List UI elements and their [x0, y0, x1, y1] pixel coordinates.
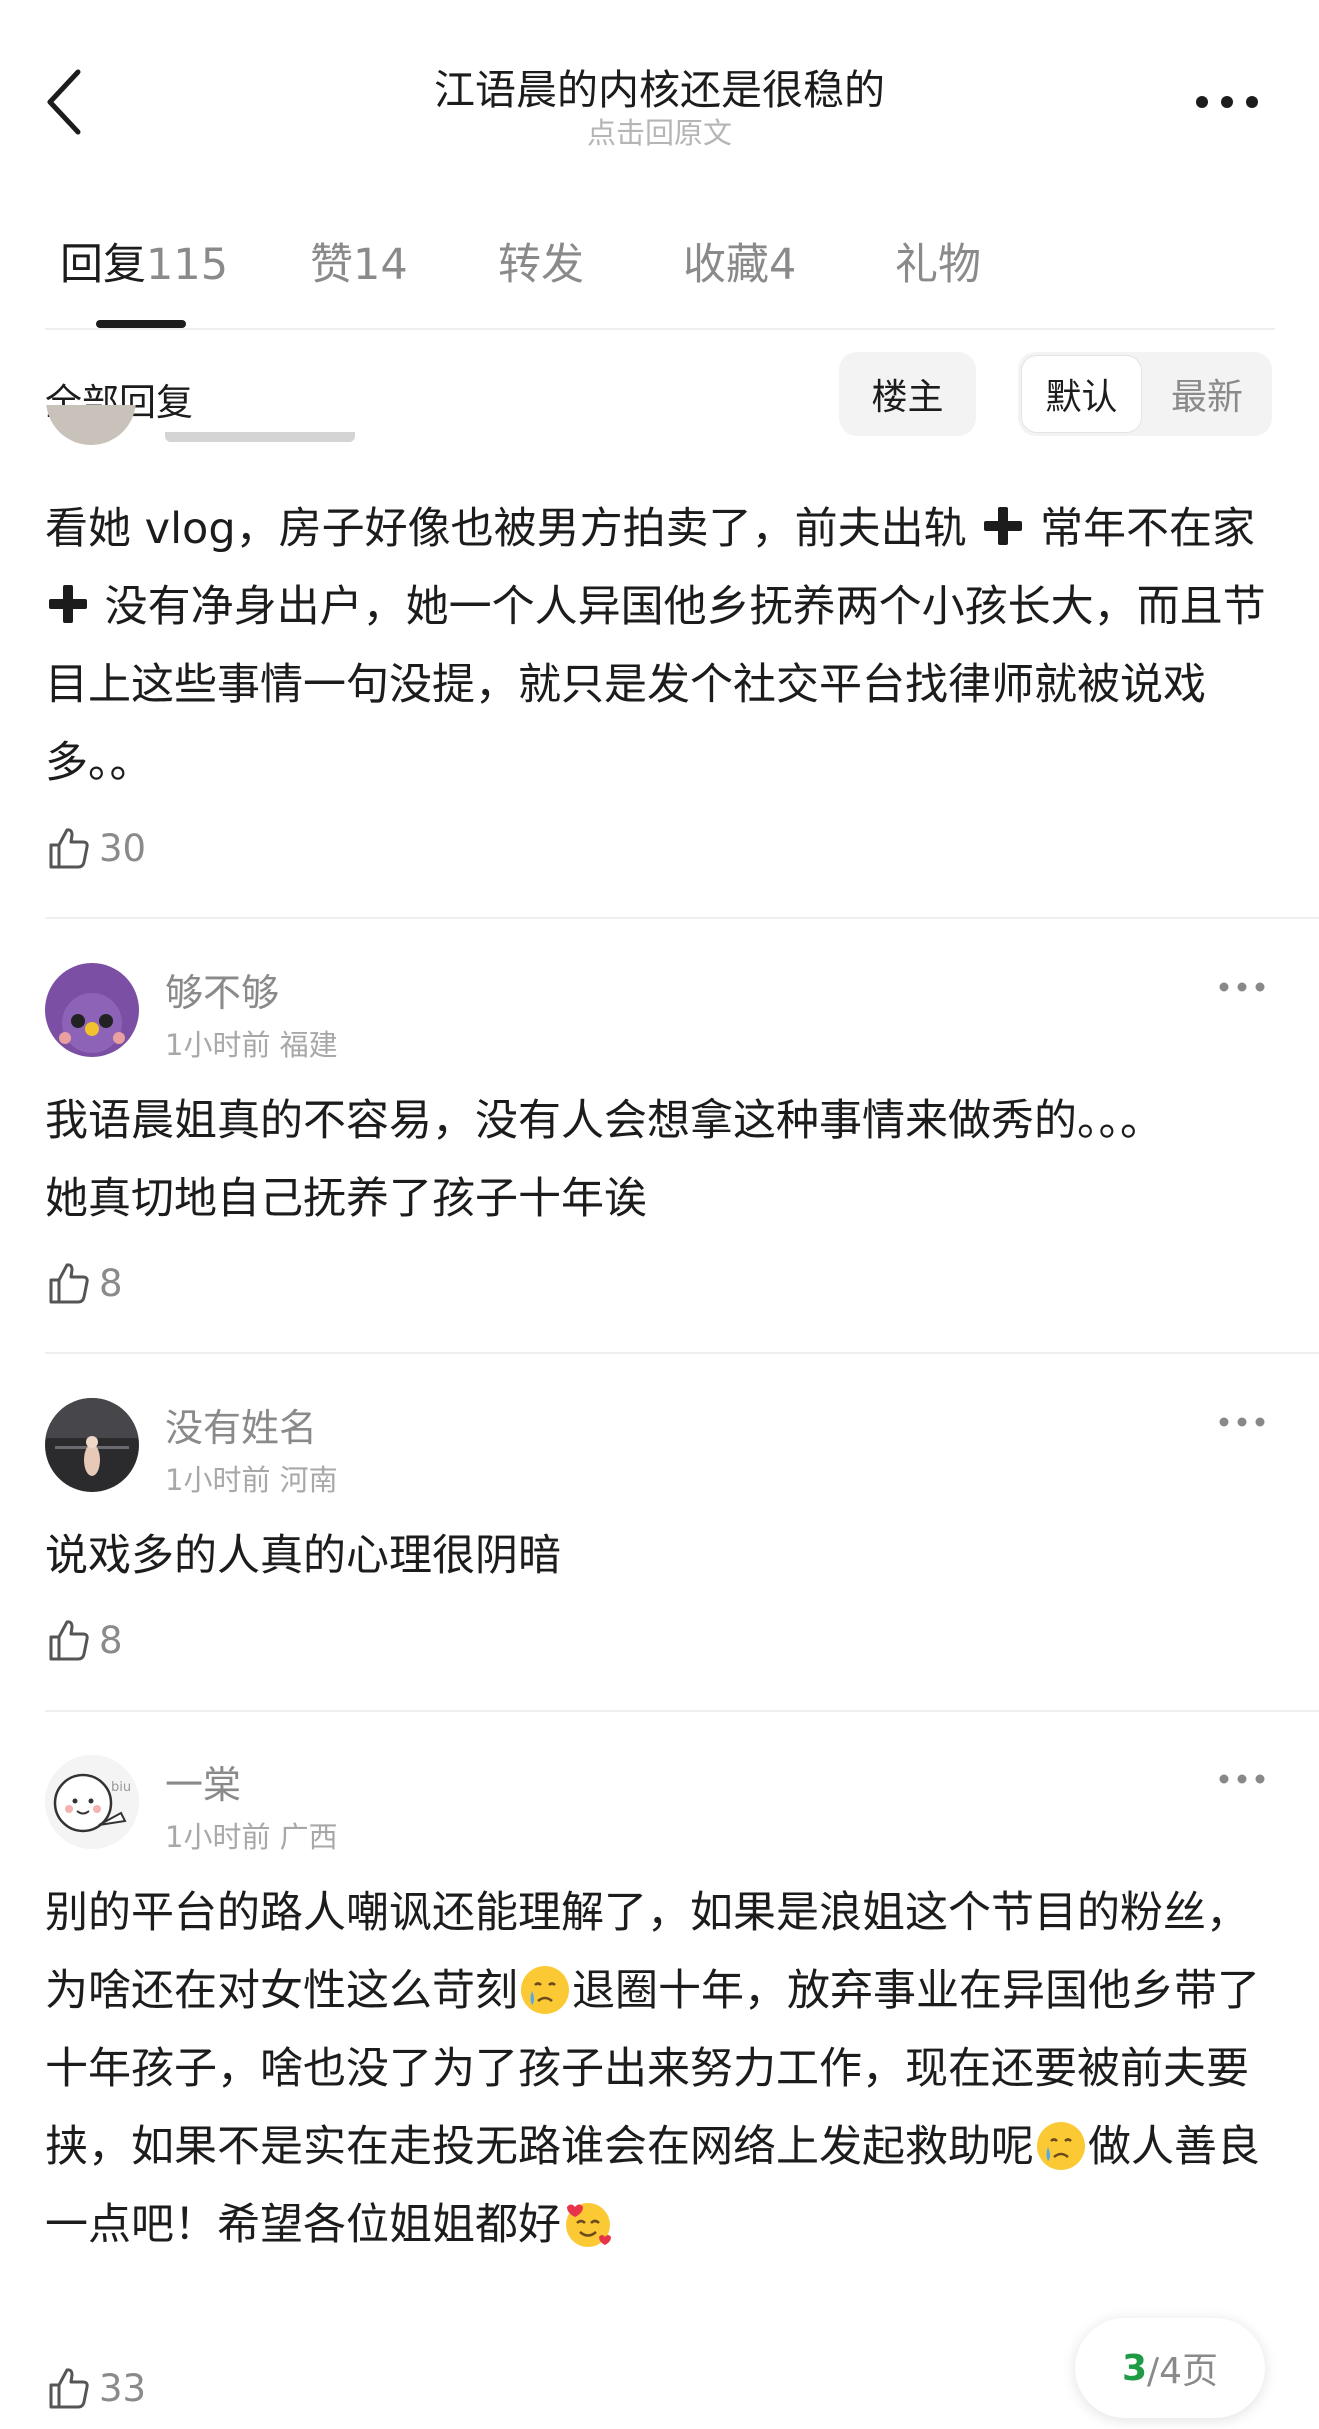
tab-label: 收藏 — [683, 240, 769, 290]
tab-replies[interactable]: 回复115 — [60, 230, 228, 292]
avatar[interactable] — [46, 405, 136, 465]
heavy-plus-icon — [49, 585, 87, 623]
sort-default-button[interactable]: 默认 — [1021, 355, 1142, 433]
username-partial — [165, 432, 365, 448]
username[interactable]: 没有姓名 — [165, 1397, 317, 1452]
like-button[interactable]: 30 — [45, 820, 146, 876]
avatar[interactable] — [45, 1398, 139, 1492]
comment-text: 我语晨姐真的不容易，没有人会想拿这种事情来做秀的。。。她真切地自己抚养了孩子十年… — [45, 1096, 1163, 1224]
thumbs-up-icon — [49, 828, 89, 869]
tab-favorites[interactable]: 收藏4 — [683, 230, 796, 292]
tab-bar: 回复115 赞14 转发 收藏4 礼物 — [45, 230, 1275, 330]
like-button[interactable]: 33 — [45, 2360, 146, 2416]
crying-face-icon — [1037, 2122, 1085, 2170]
avatar[interactable] — [45, 963, 139, 1057]
comment-more-button[interactable] — [1218, 1767, 1266, 1791]
page-indicator[interactable]: 3/4页 — [1075, 2318, 1265, 2418]
comment-more-button[interactable] — [1218, 975, 1266, 999]
tab-label: 赞 — [310, 240, 353, 290]
text-segment: 常年不在家 — [1026, 504, 1256, 554]
avatar[interactable]: biu — [45, 1755, 139, 1849]
more-dots-icon — [1219, 1417, 1265, 1427]
comment-time: 1小时前 — [165, 1463, 271, 1497]
comment-text: 别的平台的路人嘲讽还能理解了，如果是浪姐这个节目的粉丝，为啥还在对女性这么苛刻退… — [45, 1874, 1275, 2264]
comment-divider — [45, 1710, 1319, 1712]
tab-label: 礼物 — [895, 240, 981, 290]
like-count: 30 — [99, 826, 147, 870]
comment-more-button[interactable] — [1218, 1410, 1266, 1434]
comment-location: 广西 — [279, 1820, 338, 1854]
like-button[interactable]: 8 — [45, 1255, 123, 1311]
current-page: 3 — [1121, 2347, 1147, 2389]
like-button[interactable]: 8 — [45, 1612, 123, 1668]
text-segment: 看她 vlog，房子好像也被男方拍卖了，前夫出轨 — [45, 504, 981, 554]
like-count: 8 — [99, 1618, 123, 1662]
crying-face-icon — [521, 1966, 569, 2014]
tab-label: 转发 — [498, 240, 584, 290]
text-segment: 没有净身出户，她一个人异国他乡抚养两个小孩长大，而且节目上这些事情一句没提，就只… — [45, 582, 1266, 788]
username[interactable]: 一棠 — [165, 1754, 241, 1809]
smiling-hearts-icon — [566, 2203, 611, 2247]
total-pages: /4页 — [1147, 2351, 1219, 2392]
active-tab-indicator — [96, 320, 186, 328]
thumbs-up-icon — [49, 1620, 89, 1661]
avatar-image — [45, 1398, 139, 1492]
heavy-plus-icon — [984, 507, 1023, 545]
more-dots-icon — [1196, 96, 1258, 108]
owner-only-button[interactable]: 楼主 — [839, 352, 976, 436]
sort-latest-button[interactable]: 最新 — [1146, 355, 1268, 433]
comment-text: 说戏多的人真的心理很阴暗 — [45, 1531, 561, 1581]
more-button[interactable] — [1192, 84, 1262, 120]
post-title[interactable]: 江语晨的内核还是很稳的 — [0, 56, 1319, 116]
thumbs-up-icon — [49, 1263, 89, 1304]
tab-count: 14 — [353, 240, 408, 290]
svg-text:biu: biu — [111, 1780, 131, 1795]
comment-text: 看她 vlog，房子好像也被男方拍卖了，前夫出轨 常年不在家 没有净身出户，她一… — [45, 490, 1275, 802]
comment-meta: 1小时前 广西 — [165, 1814, 338, 1856]
like-count: 8 — [99, 1261, 123, 1305]
sort-toggle: 默认 最新 — [1018, 352, 1272, 436]
thumbs-up-icon — [49, 2368, 89, 2409]
more-dots-icon — [1219, 1774, 1265, 1784]
username[interactable]: 够不够 — [165, 962, 279, 1017]
tab-gifts[interactable]: 礼物 — [895, 230, 981, 292]
top-bar: 江语晨的内核还是很稳的 点击回原文 — [0, 0, 1319, 190]
like-count: 33 — [99, 2366, 147, 2410]
comment-divider — [45, 1352, 1319, 1354]
tab-count: 4 — [769, 240, 797, 290]
comment-time: 1小时前 — [165, 1820, 271, 1854]
more-dots-icon — [1219, 982, 1265, 992]
comment-location: 福建 — [279, 1028, 338, 1062]
back-to-original-link[interactable]: 点击回原文 — [0, 110, 1319, 152]
avatar-image — [45, 963, 139, 1057]
tab-divider — [45, 328, 1275, 330]
comment-time: 1小时前 — [165, 1028, 271, 1062]
comment-meta: 1小时前 福建 — [165, 1022, 338, 1064]
tab-count: 115 — [146, 240, 229, 290]
tab-label: 回复 — [60, 240, 146, 290]
tab-likes[interactable]: 赞14 — [310, 230, 408, 292]
comment-location: 河南 — [279, 1463, 338, 1497]
comment-divider — [45, 917, 1319, 919]
tab-reposts[interactable]: 转发 — [498, 230, 584, 292]
avatar-image: biu — [45, 1755, 139, 1849]
comment-meta: 1小时前 河南 — [165, 1457, 338, 1499]
